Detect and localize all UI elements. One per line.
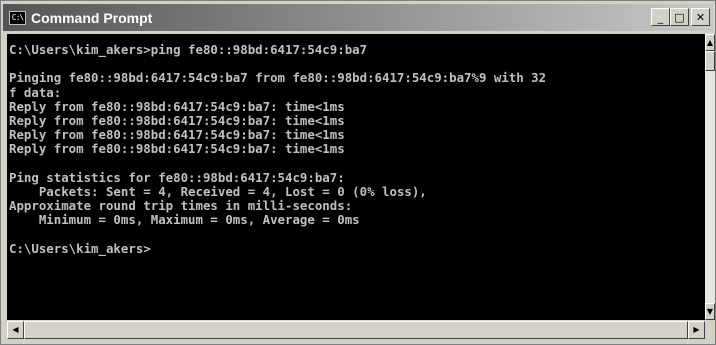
arrow-down-icon: ▼ (706, 306, 714, 316)
command-prompt-window: C:\ Command Prompt _ □ ✕ C:\Users\kim_ak… (0, 0, 716, 345)
scroll-down-button[interactable]: ▼ (705, 303, 715, 320)
arrow-right-icon: ▶ (693, 325, 700, 334)
maximize-icon: □ (674, 10, 685, 24)
console-line: Pinging fe80::98bd:6417:54c9:ba7 from fe… (9, 70, 547, 86)
console-line: Packets: Sent = 4, Received = 4, Lost = … (9, 184, 427, 200)
console-line: Reply from fe80::98bd:6417:54c9:ba7: tim… (9, 113, 345, 129)
console-line: Reply from fe80::98bd:6417:54c9:ba7: tim… (9, 98, 345, 114)
title-bar[interactable]: C:\ Command Prompt _ □ ✕ (3, 4, 713, 31)
console-line: C:\Users\kim_akers> (9, 240, 151, 256)
console-line: Ping statistics for fe80::98bd:6417:54c9… (9, 169, 345, 185)
resize-grip[interactable] (705, 321, 715, 339)
horizontal-scrollbar[interactable]: ◀ ▶ (7, 321, 705, 339)
arrow-left-icon: ◀ (12, 325, 19, 334)
minimize-button[interactable]: _ (651, 8, 670, 26)
console-line: f data: (9, 84, 62, 100)
window-title: Command Prompt (31, 9, 153, 26)
console-line: Approximate round trip times in milli-se… (9, 198, 353, 214)
horizontal-scroll-thumb[interactable] (24, 321, 688, 339)
console-line: C:\Users\kim_akers>ping fe80::98bd:6417:… (9, 42, 368, 57)
console-line: Minimum = 0ms, Maximum = 0ms, Average = … (9, 212, 360, 228)
vertical-scrollbar[interactable]: ▲ ▼ (705, 34, 715, 320)
scroll-right-button[interactable]: ▶ (688, 321, 705, 339)
close-button[interactable]: ✕ (691, 8, 710, 26)
console-output[interactable]: C:\Users\kim_akers>ping fe80::98bd:6417:… (7, 34, 705, 320)
maximize-button[interactable]: □ (670, 8, 689, 26)
minimize-icon: _ (657, 10, 664, 24)
console-line: Reply from fe80::98bd:6417:54c9:ba7: tim… (9, 141, 345, 157)
scroll-left-button[interactable]: ◀ (7, 321, 24, 339)
close-icon: ✕ (695, 10, 706, 24)
vertical-scroll-thumb[interactable] (705, 51, 715, 71)
caption-buttons: _ □ ✕ (651, 8, 710, 26)
console-icon[interactable]: C:\ (9, 10, 26, 25)
console-text: C:\Users\kim_akers>ping fe80::98bd:6417:… (7, 34, 705, 256)
scroll-up-button[interactable]: ▲ (705, 34, 715, 51)
console-line: Reply from fe80::98bd:6417:54c9:ba7: tim… (9, 127, 345, 143)
arrow-up-icon: ▲ (706, 37, 714, 47)
